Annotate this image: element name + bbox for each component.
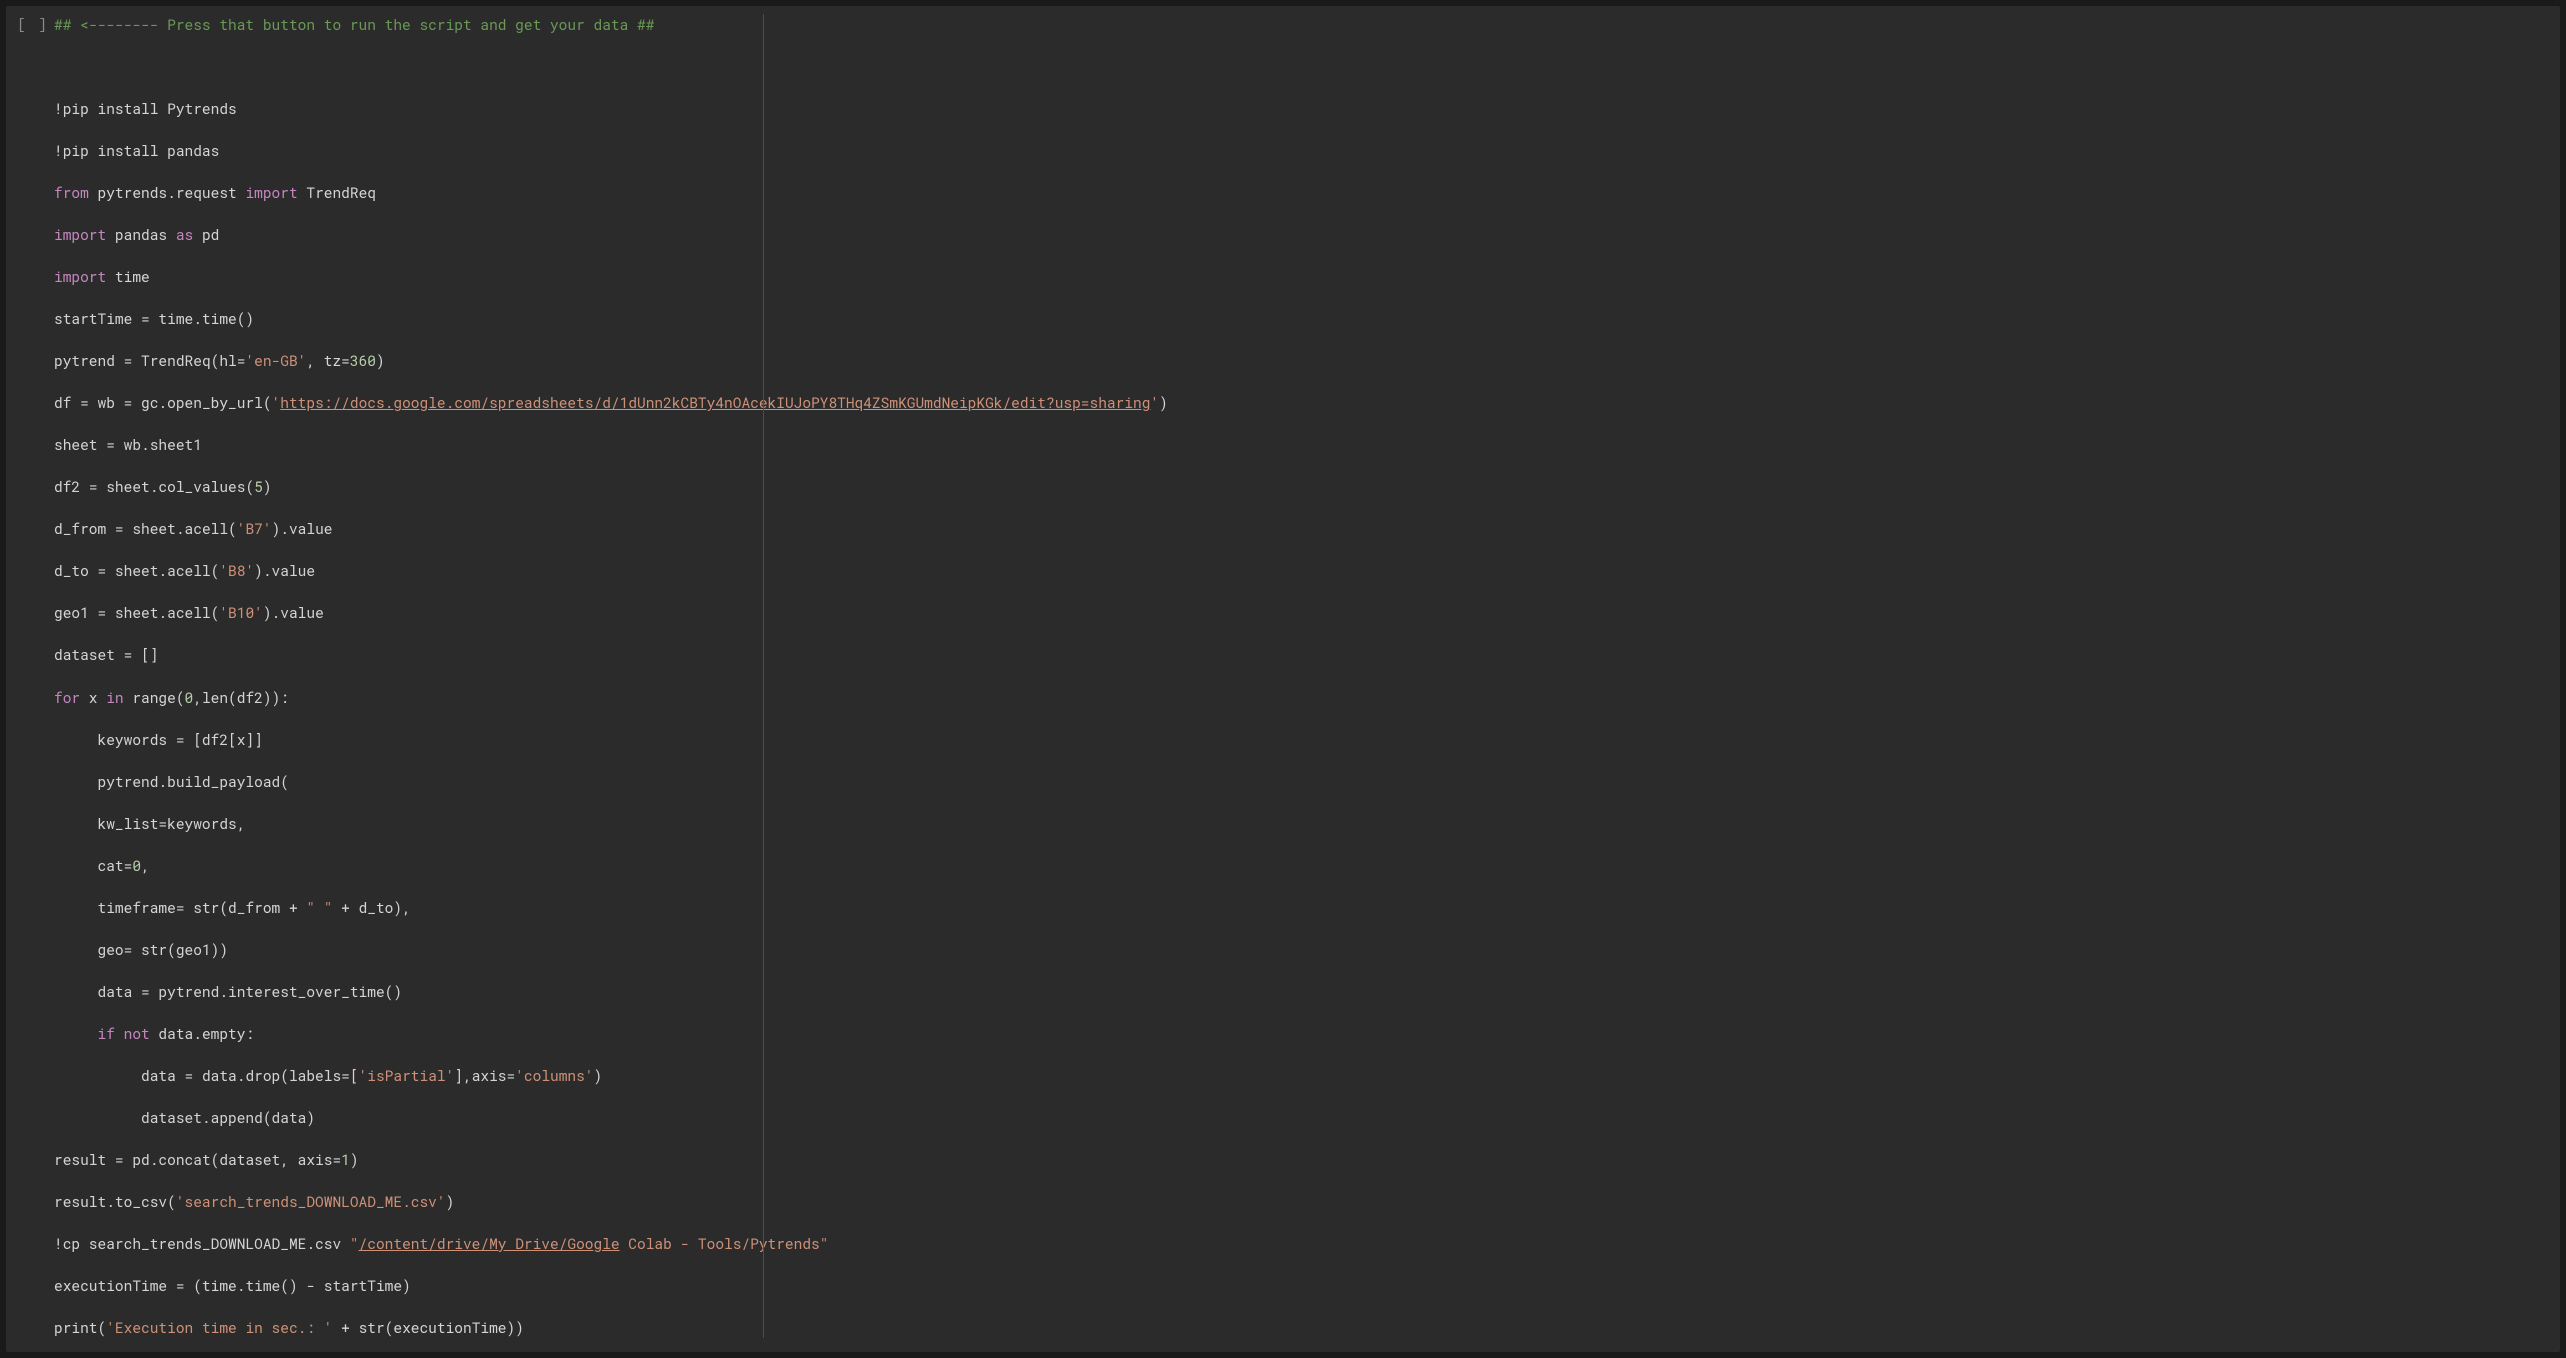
kw-if: if	[98, 1024, 115, 1043]
code-content[interactable]: ## <-------- Press that button to run th…	[54, 14, 2554, 1338]
kw-import: import	[54, 267, 106, 286]
code-editor[interactable]: ## <-------- Press that button to run th…	[54, 14, 2554, 1338]
kw-as: as	[176, 225, 193, 244]
code-cell[interactable]: [ ] ## <-------- Press that button to ru…	[6, 6, 2560, 1352]
shell-bang: !	[54, 1234, 63, 1253]
kw-from: from	[54, 183, 89, 202]
kw-not: not	[124, 1024, 150, 1043]
shell-bang: !	[54, 141, 63, 160]
shell-cmd: pip install Pytrends	[63, 99, 237, 118]
kw-import: import	[245, 183, 297, 202]
shell-bang: !	[54, 99, 63, 118]
comment: ## <-------- Press that button to run th…	[54, 15, 654, 34]
execution-indicator[interactable]: [ ]	[12, 14, 54, 1338]
kw-for: for	[54, 688, 80, 707]
path-link[interactable]: /content/drive/My Drive/Google	[359, 1234, 620, 1253]
kw-in: in	[106, 688, 123, 707]
shell-cmd: pip install pandas	[63, 141, 220, 160]
url-link[interactable]: https://docs.google.com/spreadsheets/d/1…	[280, 393, 1150, 412]
kw-import: import	[54, 225, 106, 244]
